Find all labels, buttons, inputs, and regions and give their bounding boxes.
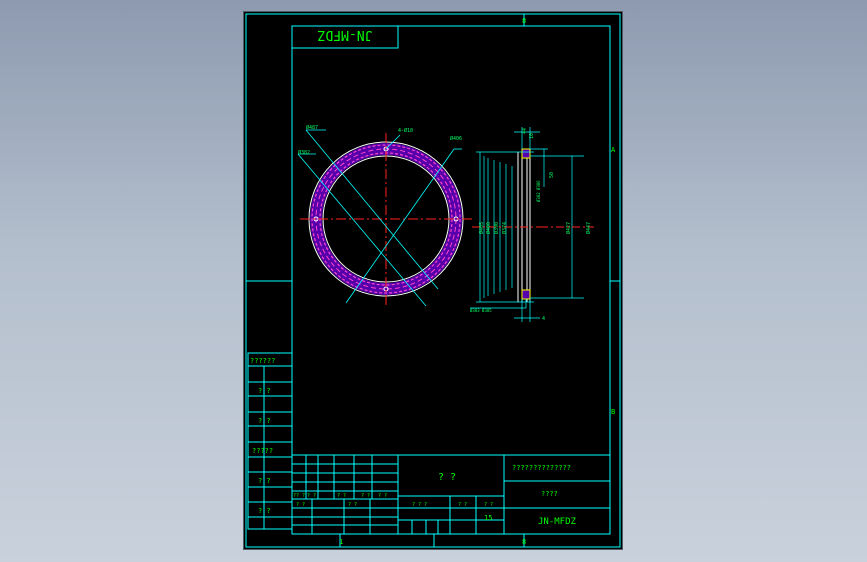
title-mini-label-1: ?? ?: [293, 493, 305, 499]
title-mini-label-2: ? ?: [307, 493, 316, 499]
flange-bottom: [521, 289, 531, 300]
title-mini-label-3: ? ?: [337, 493, 346, 499]
title-mini-label-6: ? ?: [296, 502, 305, 508]
title-block-company: ??????????????: [512, 464, 571, 472]
title-block-code: JN-MFDZ: [538, 517, 577, 527]
side-dim-447: Ø447: [585, 222, 592, 234]
side-label-4: ?????: [252, 447, 273, 455]
drawing-sheet: 8 A B 1 8 JN-MFDZ ?????? ? ? ? ? ????? ?…: [245, 13, 621, 548]
side-dim-383-385: Ø383 Ø385: [470, 308, 492, 313]
side-dim-390: Ø390: [493, 222, 500, 234]
title-mini-label-5: ? ?: [378, 493, 387, 499]
front-dim-2: Ø382: [298, 149, 310, 156]
zone-number-bottom-2: 8: [522, 538, 526, 546]
title-mini-label-8: ? ? ?: [412, 502, 427, 508]
side-label-5: ? ?: [258, 477, 271, 485]
side-dim-44: 44: [522, 128, 528, 134]
title-block-material: ????: [541, 490, 558, 498]
title-block-name: ? ?: [438, 472, 456, 483]
side-dim-4: 4: [542, 316, 545, 322]
title-mini-label-10: ? ?: [484, 502, 493, 508]
side-dim-50: 50: [549, 172, 555, 178]
zone-letter-a: A: [611, 146, 616, 154]
title-mini-label-7: ? ?: [348, 502, 357, 508]
side-label-2: ? ?: [258, 387, 271, 395]
side-dim-374: Ø374: [501, 222, 508, 234]
front-view: [297, 129, 472, 307]
side-dim-10: 10: [529, 133, 535, 139]
title-mini-label-9: ? ?: [458, 502, 467, 508]
side-dim-382-386: Ø382 Ø386: [536, 180, 541, 202]
title-block-scale: 15: [484, 514, 492, 522]
front-dim-4: Ø406: [450, 135, 462, 142]
side-dim-400: Ø400: [485, 222, 492, 234]
side-label-6: ? ?: [258, 507, 271, 515]
front-dim-3: 4-Ø10: [398, 127, 413, 134]
side-dim-405: Ø405: [478, 222, 485, 234]
title-mini-label-4: ? ?: [361, 493, 370, 499]
flange-top: [521, 148, 531, 159]
side-label-column: [247, 352, 293, 530]
cad-drawing-viewport[interactable]: 8 A B 1 8 JN-MFDZ ?????? ? ? ? ? ????? ?…: [244, 12, 622, 549]
mirrored-title-box: JN-MFDZ: [291, 25, 399, 49]
mirrored-title: JN-MFDZ: [317, 27, 372, 42]
zone-number-bottom-1: 1: [339, 538, 343, 546]
zone-number-top: 8: [522, 17, 526, 25]
side-dim-427: Ø427: [565, 222, 572, 234]
side-label-1: ??????: [250, 357, 275, 365]
front-dim-1: Ø487: [306, 124, 318, 131]
zone-letter-b: B: [611, 408, 615, 416]
side-label-3: ? ?: [258, 417, 271, 425]
